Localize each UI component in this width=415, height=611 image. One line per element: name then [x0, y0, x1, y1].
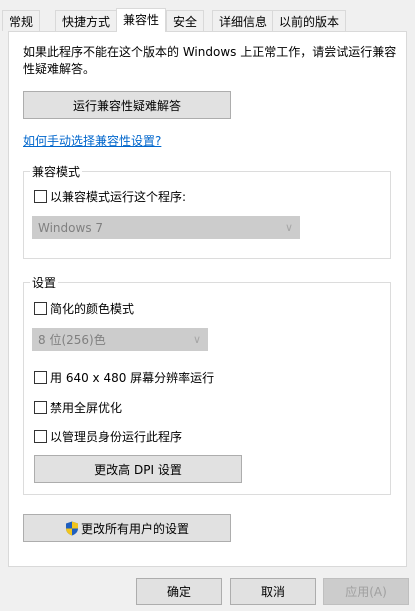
compat-mode-checkbox[interactable]: 以兼容模式运行这个程序: — [34, 188, 186, 205]
os-version-value: Windows 7 — [38, 220, 104, 235]
all-users-settings-button[interactable]: 更改所有用户的设置 — [23, 514, 231, 542]
intro-text: 如果此程序不能在这个版本的 Windows 上正常工作，请尝试运行兼容性疑难解答… — [23, 45, 397, 76]
tab-general[interactable]: 常规 — [2, 10, 41, 31]
manual-settings-link[interactable]: 如何手动选择兼容性设置? — [23, 132, 161, 149]
tab-previous-versions[interactable]: 以前的版本 — [272, 10, 347, 31]
ok-button[interactable]: 确定 — [136, 578, 222, 605]
tab-shortcut[interactable]: 快捷方式 — [55, 10, 118, 31]
settings-title: 设置 — [30, 274, 59, 291]
settings-group: 设置 简化的颜色模式 8 位(256)色 ∨ 用 640 x 480 屏幕分辨率… — [23, 274, 391, 495]
compatibility-page: 如果此程序不能在这个版本的 Windows 上正常工作，请尝试运行兼容性疑难解答… — [8, 31, 407, 567]
compat-mode-checkbox-box[interactable] — [34, 190, 47, 203]
disable-fullscreen-checkbox[interactable]: 禁用全屏优化 — [34, 399, 122, 416]
compat-mode-checkbox-label: 以兼容模式运行这个程序: — [50, 190, 187, 204]
compat-mode-title: 兼容模式 — [30, 163, 83, 180]
disable-fullscreen-label: 禁用全屏优化 — [50, 401, 123, 415]
tab-strip: 常规 快捷方式 兼容性 安全 详细信息 以前的版本 — [0, 0, 415, 32]
chevron-down-icon: ∨ — [192, 333, 201, 346]
change-dpi-button[interactable]: 更改高 DPI 设置 — [34, 455, 242, 483]
tab-security[interactable]: 安全 — [166, 10, 205, 31]
all-users-settings-label: 更改所有用户的设置 — [80, 521, 189, 536]
tab-details[interactable]: 详细信息 — [212, 10, 275, 31]
color-depth-dropdown[interactable]: 8 位(256)色 ∨ — [32, 328, 208, 351]
run-as-admin-checkbox[interactable]: 以管理员身份运行此程序 — [34, 428, 182, 445]
tab-compatibility[interactable]: 兼容性 — [116, 8, 167, 32]
run-as-admin-checkbox-box[interactable] — [34, 430, 47, 443]
uac-shield-icon — [65, 521, 78, 535]
compat-mode-group: 兼容模式 以兼容模式运行这个程序: Windows 7 ∨ — [23, 163, 391, 259]
chevron-down-icon: ∨ — [284, 221, 293, 234]
reduced-color-checkbox-box[interactable] — [34, 302, 47, 315]
run-as-admin-label: 以管理员身份运行此程序 — [50, 430, 183, 444]
troubleshoot-button[interactable]: 运行兼容性疑难解答 — [23, 91, 231, 119]
disable-fullscreen-checkbox-box[interactable] — [34, 401, 47, 414]
color-depth-value: 8 位(256)色 — [38, 333, 106, 347]
apply-button[interactable]: 应用(A) — [323, 578, 409, 605]
cancel-button[interactable]: 取消 — [230, 578, 316, 605]
reduced-color-label: 简化的颜色模式 — [50, 302, 135, 316]
reduced-color-checkbox[interactable]: 简化的颜色模式 — [34, 300, 134, 317]
resolution-checkbox-box[interactable] — [34, 371, 47, 384]
resolution-checkbox[interactable]: 用 640 x 480 屏幕分辨率运行 — [34, 369, 214, 386]
resolution-label: 用 640 x 480 屏幕分辨率运行 — [50, 371, 215, 385]
properties-dialog: 常规 快捷方式 兼容性 安全 详细信息 以前的版本 如果此程序不能在这个版本的 … — [0, 0, 415, 611]
os-version-dropdown[interactable]: Windows 7 ∨ — [32, 216, 300, 239]
